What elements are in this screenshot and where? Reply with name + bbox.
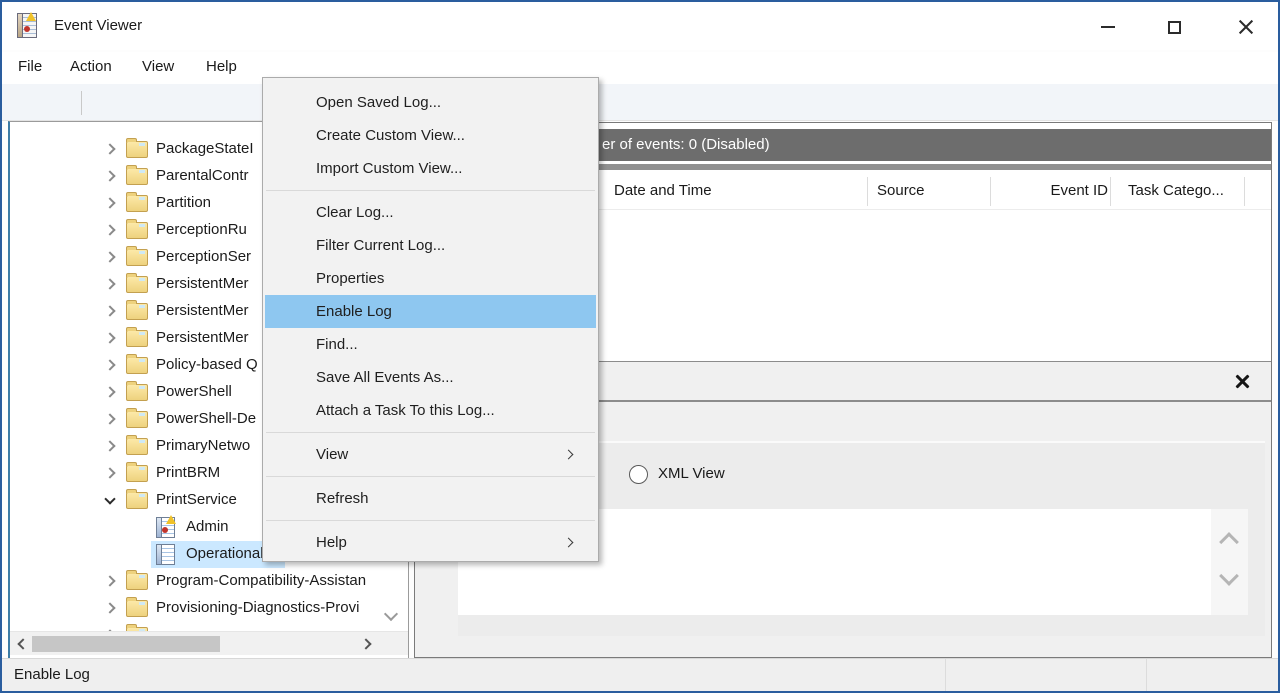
window-title: Event Viewer (54, 2, 142, 50)
menu-item-clear-log[interactable]: Clear Log... (265, 196, 596, 229)
menu-item-properties[interactable]: Properties (265, 262, 596, 295)
minimize-button[interactable] (1084, 4, 1131, 50)
folder-icon (126, 249, 148, 266)
folder-icon (126, 438, 148, 455)
menu-item-attach-task[interactable]: Attach a Task To this Log... (265, 394, 596, 427)
menu-file[interactable]: File (18, 52, 42, 82)
tree-horizontal-scrollbar[interactable] (10, 631, 408, 655)
chevron-right-icon[interactable] (104, 467, 115, 478)
folder-icon (126, 195, 148, 212)
menu-separator (266, 471, 595, 482)
chevron-right-icon[interactable] (104, 224, 115, 235)
tree-item[interactable]: Program-Compatibility-Assistan (10, 568, 408, 595)
chevron-right-icon[interactable] (104, 359, 115, 370)
menu-bar: File Action View Help (2, 52, 1278, 84)
menu-separator (266, 515, 595, 526)
title-bar: Event Viewer (2, 2, 1278, 50)
menu-item-import-custom-view[interactable]: Import Custom View... (265, 152, 596, 185)
menu-item-create-custom-view[interactable]: Create Custom View... (265, 119, 596, 152)
menu-item-save-all-events-as[interactable]: Save All Events As... (265, 361, 596, 394)
folder-icon (126, 303, 148, 320)
chevron-right-icon[interactable] (104, 170, 115, 181)
column-task-category[interactable]: Task Catego... (1128, 173, 1224, 209)
chevron-right-icon[interactable] (104, 332, 115, 343)
scroll-right-icon[interactable] (360, 638, 371, 649)
context-menu: Open Saved Log... Create Custom View... … (262, 77, 599, 562)
operational-log-icon (156, 544, 175, 565)
scroll-down-icon[interactable] (1219, 566, 1239, 586)
menu-item-help[interactable]: Help (265, 526, 596, 559)
chevron-right-icon[interactable] (104, 251, 115, 262)
folder-icon (126, 492, 148, 509)
folder-icon (126, 384, 148, 401)
chevron-right-icon[interactable] (104, 197, 115, 208)
chevron-right-icon[interactable] (104, 143, 115, 154)
chevron-right-icon[interactable] (104, 602, 115, 613)
menu-action[interactable]: Action (70, 52, 112, 82)
submenu-arrow-icon (564, 450, 574, 460)
xml-scrollbar[interactable] (1211, 509, 1248, 615)
toolbar: ? (2, 84, 1278, 121)
column-date-and-time[interactable]: Date and Time (614, 173, 712, 209)
folder-icon (126, 357, 148, 374)
chevron-right-icon[interactable] (104, 413, 115, 424)
menu-item-view[interactable]: View (265, 438, 596, 471)
folder-icon (126, 465, 148, 482)
menu-view[interactable]: View (142, 52, 174, 82)
column-source[interactable]: Source (877, 173, 925, 209)
chevron-right-icon[interactable] (104, 386, 115, 397)
menu-item-find[interactable]: Find... (265, 328, 596, 361)
maximize-button[interactable] (1151, 4, 1198, 50)
scrollbar-thumb[interactable] (32, 636, 220, 652)
close-preview-icon[interactable] (1235, 374, 1250, 389)
folder-icon (126, 141, 148, 158)
folder-icon (126, 168, 148, 185)
scroll-up-icon[interactable] (1219, 532, 1239, 552)
menu-item-enable-log[interactable]: Enable Log (265, 295, 596, 328)
chevron-right-icon[interactable] (104, 278, 115, 289)
scroll-left-icon[interactable] (17, 638, 28, 649)
menu-separator (266, 427, 595, 438)
menu-item-refresh[interactable]: Refresh (265, 482, 596, 515)
folder-icon (126, 411, 148, 428)
xml-view-label: XML View (658, 465, 725, 482)
menu-item-filter-current-log[interactable]: Filter Current Log... (265, 229, 596, 262)
close-button[interactable] (1221, 4, 1271, 50)
admin-log-icon (156, 517, 175, 538)
menu-item-open-saved-log[interactable]: Open Saved Log... (265, 86, 596, 119)
tree-item[interactable]: Provisioning-Diagnostics-Provi (10, 595, 408, 622)
xml-view-radio[interactable] (629, 465, 648, 484)
toolbar-separator (81, 91, 82, 115)
menu-help[interactable]: Help (206, 52, 237, 82)
event-viewer-window: Event Viewer File Action View Help ? (0, 0, 1280, 693)
column-event-id[interactable]: Event ID (1015, 173, 1108, 209)
chevron-right-icon[interactable] (104, 305, 115, 316)
event-viewer-app-icon (17, 13, 37, 38)
folder-icon (126, 222, 148, 239)
chevron-right-icon[interactable] (104, 440, 115, 451)
folder-icon (126, 600, 148, 617)
menu-separator (266, 185, 595, 196)
folder-icon (126, 573, 148, 590)
events-count-text: er of events: 0 (Disabled) (602, 129, 770, 161)
folder-icon (126, 276, 148, 293)
status-bar: Enable Log (2, 658, 1278, 691)
folder-icon (126, 330, 148, 347)
chevron-right-icon[interactable] (104, 575, 115, 586)
chevron-down-icon[interactable] (104, 493, 115, 504)
submenu-arrow-icon (564, 538, 574, 548)
status-text: Enable Log (14, 659, 90, 691)
